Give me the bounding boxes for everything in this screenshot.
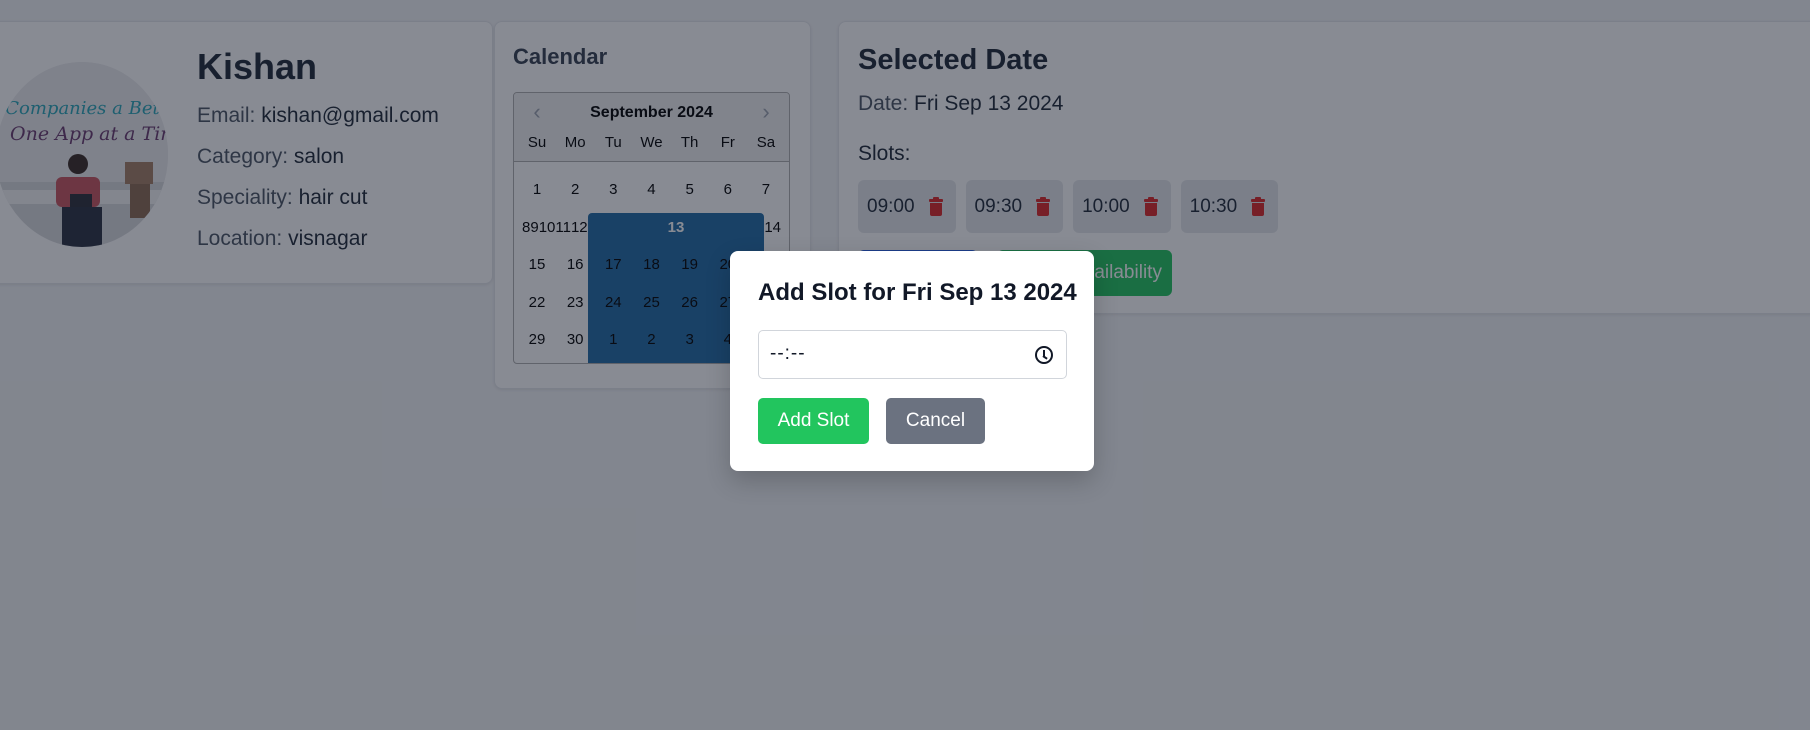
cancel-button[interactable]: Cancel — [886, 398, 985, 444]
clock-icon[interactable] — [1035, 346, 1053, 364]
add-slot-button[interactable]: Add Slot — [758, 398, 869, 444]
modal-title: Add Slot for Fri Sep 13 2024 — [758, 279, 1077, 306]
add-slot-modal: Add Slot for Fri Sep 13 2024 --:-- Add S… — [730, 251, 1094, 471]
time-input-placeholder: --:-- — [770, 343, 806, 364]
time-input[interactable]: --:-- — [758, 330, 1067, 379]
